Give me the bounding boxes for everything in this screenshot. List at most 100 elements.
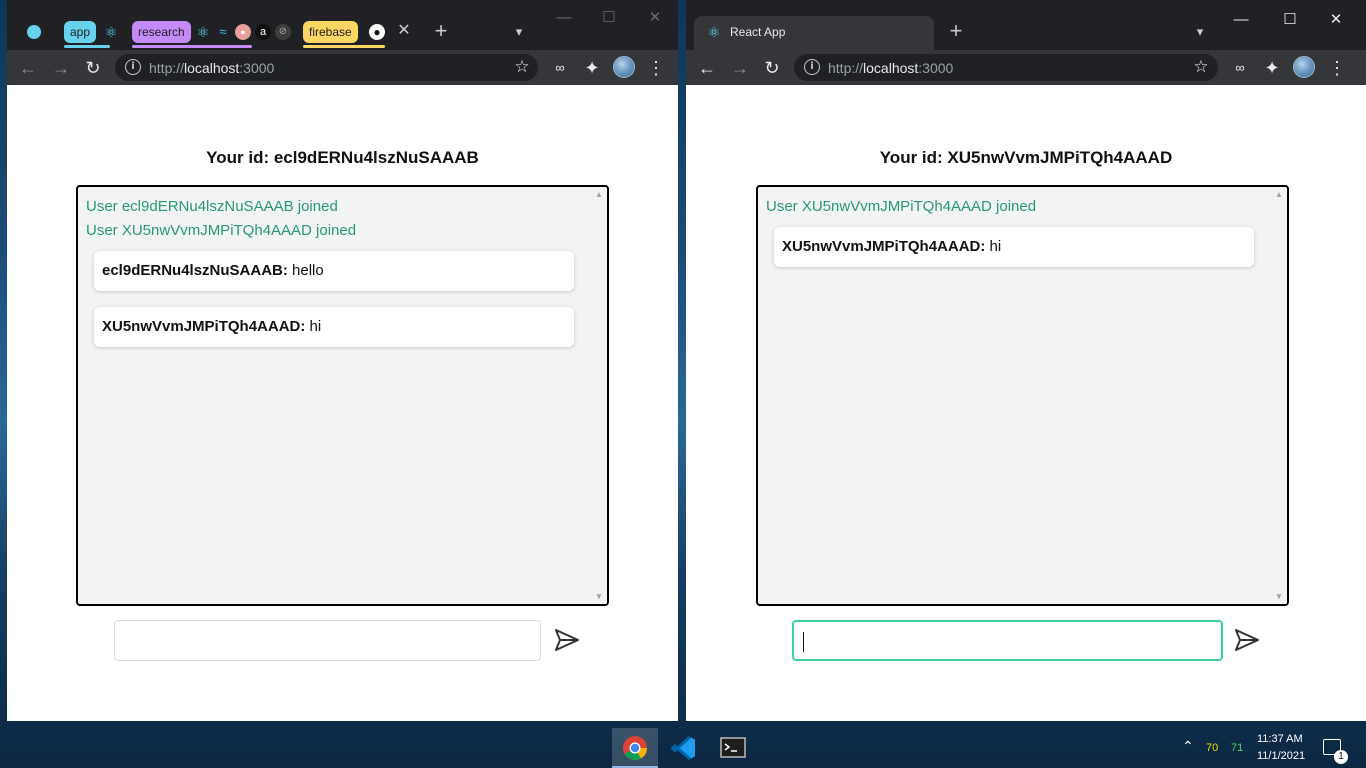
minimize-icon[interactable]: — bbox=[1226, 10, 1256, 30]
scroll-up-arrow-icon[interactable]: ▲ bbox=[1271, 190, 1287, 199]
join-message: User XU5nwVvmJMPiTQh4AAAD joined bbox=[86, 222, 357, 239]
scroll-down-arrow-icon[interactable]: ▼ bbox=[1271, 592, 1287, 601]
back-icon[interactable]: ← bbox=[696, 57, 718, 79]
amazon-icon[interactable]: a bbox=[255, 24, 271, 40]
address-bar[interactable]: i http://localhost:3000 ☆ bbox=[115, 54, 538, 81]
address-bar[interactable]: i http://localhost:3000 ☆ bbox=[794, 54, 1218, 81]
maximize-icon[interactable]: ☐ bbox=[594, 8, 624, 28]
extension-icon[interactable]: ∞ bbox=[549, 57, 571, 79]
close-window-icon[interactable]: ✕ bbox=[640, 8, 670, 28]
tab-search-icon[interactable]: ▾ bbox=[508, 22, 530, 44]
tab-group-underline bbox=[132, 45, 252, 48]
right-browser-window: ⚛ React App + ▾ — ☐ ✕ ← → ↻ i http://loc… bbox=[686, 0, 1366, 721]
tailwind-icon[interactable]: ≈ bbox=[215, 24, 231, 40]
site-info-icon[interactable]: i bbox=[804, 59, 820, 75]
tray-value-2[interactable]: 71 bbox=[1231, 742, 1243, 754]
tab-group-label: firebase bbox=[309, 25, 352, 39]
user-id: ecl9dERNu4lszNuSAAAB bbox=[273, 148, 479, 167]
taskbar: ⌃ 70 71 11:37 AM 11/1/2021 1 bbox=[0, 728, 1366, 768]
chrome-icon bbox=[623, 736, 647, 761]
scroll-up-arrow-icon[interactable]: ▲ bbox=[591, 190, 607, 199]
send-icon[interactable] bbox=[1233, 626, 1261, 654]
tab-strip: ⚛ React App + ▾ — ☐ ✕ bbox=[686, 0, 1366, 50]
send-icon[interactable] bbox=[553, 626, 581, 654]
bookmark-star-icon[interactable]: ☆ bbox=[511, 56, 533, 78]
tab-group-underline bbox=[64, 45, 110, 48]
chat-message: XU5nwVvmJMPiTQh4AAAD: hi bbox=[774, 227, 1254, 267]
tray-value-1[interactable]: 70 bbox=[1206, 742, 1218, 754]
taskbar-chrome[interactable] bbox=[612, 728, 658, 768]
user-id: XU5nwVvmJMPiTQh4AAAD bbox=[947, 148, 1173, 167]
react-icon: ⚛ bbox=[707, 24, 721, 40]
chat-messages-panel[interactable]: User XU5nwVvmJMPiTQh4AAAD joined XU5nwVv… bbox=[756, 185, 1289, 606]
page-content: Your id: ecl9dERNu4lszNuSAAAB User ecl9d… bbox=[7, 85, 678, 721]
react-icon[interactable]: ⚛ bbox=[195, 24, 211, 40]
menu-dots-icon[interactable]: ⋮ bbox=[645, 57, 667, 79]
chat-scrollbar[interactable]: ▲ ▼ bbox=[591, 187, 607, 604]
message-text: hi bbox=[985, 238, 1002, 255]
profile-avatar[interactable] bbox=[1293, 56, 1315, 78]
message-input[interactable] bbox=[114, 620, 541, 661]
scroll-down-arrow-icon[interactable]: ▼ bbox=[591, 592, 607, 601]
terminal-icon bbox=[720, 737, 746, 758]
tab-group-underline bbox=[303, 45, 385, 48]
forward-icon[interactable]: → bbox=[729, 57, 751, 79]
url-text: http://localhost:3000 bbox=[149, 60, 275, 76]
menu-dots-icon[interactable]: ⋮ bbox=[1326, 57, 1348, 79]
message-input[interactable] bbox=[792, 620, 1223, 661]
clock-time[interactable]: 11:37 AM bbox=[1257, 733, 1303, 745]
site-favicon-icon[interactable]: ● bbox=[235, 24, 251, 40]
page-title: Your id: XU5nwVvmJMPiTQh4AAAD bbox=[879, 148, 1173, 167]
chat-message: ecl9dERNu4lszNuSAAAB: hello bbox=[94, 251, 574, 291]
reload-icon[interactable]: ↻ bbox=[761, 57, 783, 79]
chat-messages-panel[interactable]: User ecl9dERNu4lszNuSAAAB joined User XU… bbox=[76, 185, 609, 606]
reload-icon[interactable]: ↻ bbox=[82, 57, 104, 79]
left-browser-window: app ⚛ research ⚛ ≈ ● a ⊘ firebase ● ✕ + … bbox=[7, 0, 678, 721]
page-content: Your id: XU5nwVvmJMPiTQh4AAAD User XU5nw… bbox=[686, 85, 1366, 721]
close-window-icon[interactable]: ✕ bbox=[1321, 10, 1351, 30]
tab-group-firebase[interactable]: firebase bbox=[303, 21, 358, 43]
browser-toolbar: ← → ↻ i http://localhost:3000 ☆ ∞ ✦ ⋮ bbox=[7, 50, 678, 85]
text-caret bbox=[803, 632, 804, 652]
vscode-icon bbox=[671, 735, 695, 761]
taskbar-terminal[interactable] bbox=[710, 728, 756, 768]
profile-avatar[interactable] bbox=[613, 56, 635, 78]
tab-react-app[interactable]: ⚛ React App bbox=[694, 16, 934, 50]
message-text: hi bbox=[305, 318, 322, 335]
chat-scrollbar[interactable]: ▲ ▼ bbox=[1271, 187, 1287, 604]
extensions-puzzle-icon[interactable]: ✦ bbox=[581, 57, 603, 79]
chat-message: XU5nwVvmJMPiTQh4AAAD: hi bbox=[94, 307, 574, 347]
bookmark-star-icon[interactable]: ☆ bbox=[1190, 56, 1212, 78]
github-icon[interactable]: ● bbox=[369, 24, 385, 40]
tab-group-app[interactable]: app bbox=[64, 21, 97, 43]
tab-strip: app ⚛ research ⚛ ≈ ● a ⊘ firebase ● ✕ + … bbox=[7, 0, 678, 50]
site-info-icon[interactable]: i bbox=[125, 59, 141, 75]
clock-date[interactable]: 11/1/2021 bbox=[1257, 750, 1305, 762]
join-message: User ecl9dERNu4lszNuSAAAB joined bbox=[86, 198, 338, 215]
site-favicon-icon[interactable]: ⊘ bbox=[275, 24, 291, 40]
notification-count-badge: 1 bbox=[1334, 750, 1348, 764]
collapsed-group-dot[interactable] bbox=[27, 25, 41, 39]
message-sender: XU5nwVvmJMPiTQh4AAAD: bbox=[102, 318, 306, 335]
minimize-icon[interactable]: — bbox=[549, 8, 579, 28]
join-message: User XU5nwVvmJMPiTQh4AAAD joined bbox=[766, 198, 1037, 215]
extension-icon[interactable]: ∞ bbox=[1229, 57, 1251, 79]
tab-search-icon[interactable]: ▾ bbox=[1189, 22, 1211, 44]
tab-group-research[interactable]: research bbox=[132, 21, 191, 43]
maximize-icon[interactable]: ☐ bbox=[1275, 10, 1305, 30]
message-text: hello bbox=[287, 262, 324, 279]
message-sender: ecl9dERNu4lszNuSAAAB: bbox=[102, 262, 288, 279]
new-tab-icon[interactable]: + bbox=[945, 20, 967, 43]
tab-group-label: research bbox=[138, 25, 185, 39]
new-tab-icon[interactable]: + bbox=[430, 20, 452, 43]
url-text: http://localhost:3000 bbox=[828, 60, 954, 76]
react-icon[interactable]: ⚛ bbox=[103, 24, 119, 40]
back-icon[interactable]: ← bbox=[17, 57, 39, 79]
close-tab-icon[interactable]: ✕ bbox=[393, 21, 415, 43]
show-hidden-icons-chevron-icon[interactable]: ⌃ bbox=[1182, 738, 1194, 755]
tab-title: React App bbox=[730, 25, 786, 39]
forward-icon[interactable]: → bbox=[50, 57, 72, 79]
taskbar-vscode[interactable] bbox=[661, 728, 707, 768]
page-title: Your id: ecl9dERNu4lszNuSAAAB bbox=[206, 148, 479, 167]
extensions-puzzle-icon[interactable]: ✦ bbox=[1261, 57, 1283, 79]
